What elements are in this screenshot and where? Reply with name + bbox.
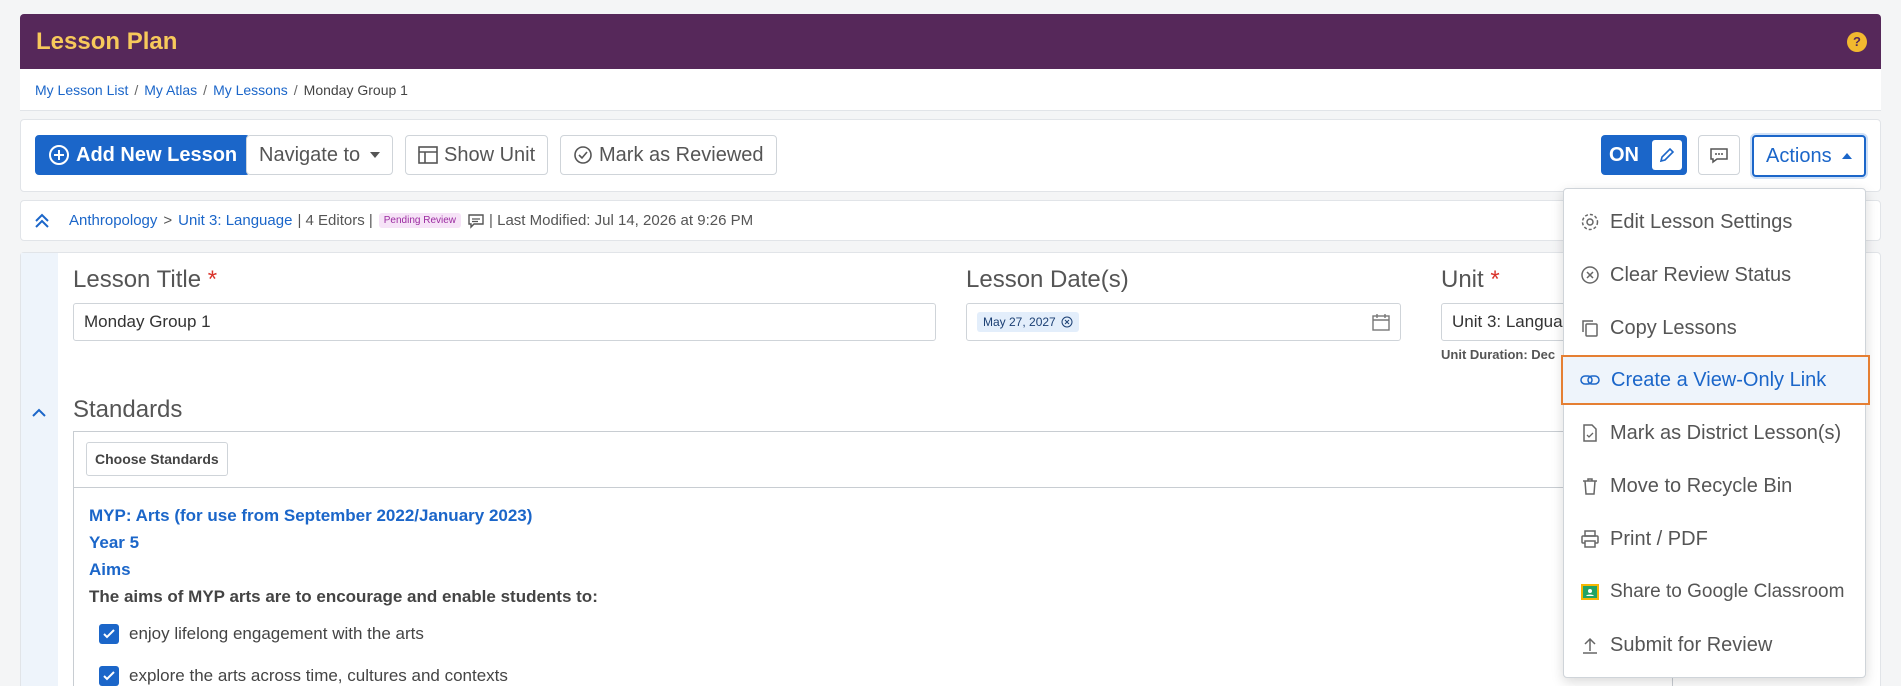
breadcrumb: My Lesson List / My Atlas / My Lessons /… — [20, 69, 1881, 111]
standard-item: enjoy lifelong engagement with the arts — [99, 616, 1657, 652]
page-header: Lesson Plan ? — [20, 14, 1881, 69]
choose-standards-button[interactable]: Choose Standards — [86, 442, 228, 476]
menu-item-label: Copy Lessons — [1610, 316, 1737, 339]
breadcrumb-my-atlas[interactable]: My Atlas — [144, 82, 197, 98]
link-icon — [1580, 375, 1600, 385]
lesson-title-label: Lesson Title * — [73, 266, 218, 293]
document-icon — [1583, 424, 1597, 442]
standard-category-link[interactable]: Aims — [89, 556, 1657, 583]
standards-box: Choose Standards MYP: Arts (for use from… — [73, 431, 1673, 686]
checkmark-icon — [103, 629, 115, 639]
date-chip-value: May 27, 2027 — [983, 315, 1056, 329]
menu-item-label: Submit for Review — [1610, 633, 1773, 656]
breadcrumb-my-lessons[interactable]: My Lessons — [213, 82, 288, 98]
date-chip: May 27, 2027 — [977, 312, 1079, 332]
breadcrumb-separator: / — [134, 81, 139, 98]
menu-item-submit-for-review[interactable]: Submit for Review — [1564, 620, 1865, 670]
chat-bubble-icon — [1710, 148, 1728, 164]
comment-icon[interactable] — [467, 213, 485, 229]
menu-item-label: Move to Recycle Bin — [1610, 474, 1793, 497]
standard-checkbox[interactable] — [99, 624, 119, 644]
breadcrumb-separator: / — [293, 81, 298, 98]
menu-item-label: Edit Lesson Settings — [1610, 210, 1793, 233]
menu-item-label: Print / PDF — [1610, 527, 1708, 550]
add-new-lesson-button[interactable]: Add New Lesson — [35, 135, 251, 175]
pencil-icon — [1652, 140, 1682, 170]
page-title: Lesson Plan — [36, 27, 178, 55]
course-link[interactable]: Anthropology — [69, 212, 157, 229]
menu-item-create-view-only-link[interactable]: Create a View-Only Link — [1561, 355, 1870, 405]
editors-count: | 4 Editors | — [297, 212, 373, 229]
circle-x-icon — [1581, 266, 1599, 284]
comments-button[interactable] — [1698, 135, 1740, 175]
unit-label: Unit * — [1441, 266, 1500, 293]
standard-set-link[interactable]: MYP: Arts (for use from September 2022/J… — [89, 502, 1657, 529]
standard-item-text: explore the arts across time, cultures a… — [129, 666, 508, 685]
calendar-icon[interactable] — [1372, 313, 1390, 331]
navigate-to-dropdown[interactable]: Navigate to — [246, 135, 394, 175]
menu-item-mark-as-district-lesson[interactable]: Mark as District Lesson(s) — [1564, 408, 1865, 458]
last-modified: | Last Modified: Jul 14, 2026 at 9:26 PM — [489, 212, 754, 229]
show-unit-button[interactable]: Show Unit — [405, 135, 549, 175]
standards-heading: Standards — [73, 396, 183, 423]
menu-item-edit-lesson-settings[interactable]: Edit Lesson Settings — [1564, 197, 1865, 247]
menu-item-share-to-google-classroom[interactable]: Share to Google Classroom — [1564, 567, 1865, 617]
standard-checkbox[interactable] — [99, 666, 119, 686]
toggle-state-label: ON — [1609, 143, 1639, 166]
menu-item-label: Clear Review Status — [1610, 263, 1792, 286]
status-badge: Pending Review — [378, 213, 462, 228]
side-gutter — [21, 253, 58, 686]
actions-dropdown-button[interactable]: Actions — [1752, 135, 1866, 177]
edit-mode-toggle[interactable]: ON — [1601, 135, 1687, 175]
menu-item-print-pdf[interactable]: Print / PDF — [1564, 514, 1865, 564]
actions-label: Actions — [1766, 144, 1832, 167]
unit-select-value: Unit 3: Langua — [1452, 312, 1563, 331]
breadcrumb-separator: / — [203, 81, 208, 98]
copy-icon — [1582, 320, 1598, 337]
add-new-lesson-label: Add New Lesson — [76, 143, 238, 166]
navigate-to-label: Navigate to — [259, 143, 361, 166]
double-chevron-up-icon[interactable] — [33, 212, 51, 230]
caret-up-icon — [1841, 153, 1852, 159]
printer-icon — [1581, 530, 1599, 548]
caret-down-icon — [370, 152, 381, 158]
chevron-up-icon[interactable] — [31, 406, 47, 418]
standards-content: MYP: Arts (for use from September 2022/J… — [74, 488, 1672, 686]
menu-item-copy-lessons[interactable]: Copy Lessons — [1564, 303, 1865, 353]
standard-item: explore the arts across time, cultures a… — [99, 658, 1657, 686]
breadcrumb-my-lesson-list[interactable]: My Lesson List — [35, 82, 128, 98]
plus-circle-icon — [49, 145, 69, 165]
lesson-title-input[interactable]: Monday Group 1 — [73, 303, 936, 341]
standard-item-text: enjoy lifelong engagement with the arts — [129, 624, 424, 643]
lesson-dates-label: Lesson Date(s) — [966, 266, 1129, 293]
checkmark-icon — [103, 671, 115, 681]
show-unit-label: Show Unit — [444, 143, 536, 166]
menu-item-label: Mark as District Lesson(s) — [1610, 421, 1842, 444]
unit-select[interactable]: Unit 3: Langua — [1441, 303, 1571, 341]
menu-item-clear-review-status[interactable]: Clear Review Status — [1564, 250, 1865, 300]
lesson-date-input[interactable]: May 27, 2027 — [966, 303, 1401, 341]
table-icon — [418, 146, 438, 164]
google-classroom-icon — [1581, 584, 1599, 600]
unit-duration: Unit Duration: Dec — [1441, 347, 1556, 362]
check-circle-icon — [574, 146, 592, 164]
menu-item-move-to-recycle-bin[interactable]: Move to Recycle Bin — [1564, 461, 1865, 511]
mark-as-reviewed-button[interactable]: Mark as Reviewed — [560, 135, 777, 175]
upload-icon — [1583, 637, 1597, 654]
menu-item-label: Share to Google Classroom — [1610, 581, 1845, 602]
standard-intro: The aims of MYP arts are to encourage an… — [89, 587, 598, 606]
standards-toolbar: Choose Standards — [74, 432, 1672, 488]
help-icon[interactable]: ? — [1847, 32, 1867, 52]
unit-link[interactable]: Unit 3: Language — [178, 212, 292, 229]
standard-year-link[interactable]: Year 5 — [89, 529, 1657, 556]
breadcrumb-current: Monday Group 1 — [303, 81, 408, 98]
lesson-title-value: Monday Group 1 — [84, 312, 211, 331]
meta-arrow: > — [163, 212, 173, 229]
menu-item-label: Create a View-Only Link — [1611, 368, 1827, 391]
trash-icon — [1583, 478, 1597, 495]
gear-icon — [1581, 213, 1599, 231]
remove-date-icon[interactable] — [1061, 316, 1073, 328]
actions-menu: Edit Lesson Settings Clear Review Status… — [1561, 188, 1870, 678]
mark-as-reviewed-label: Mark as Reviewed — [599, 143, 764, 166]
